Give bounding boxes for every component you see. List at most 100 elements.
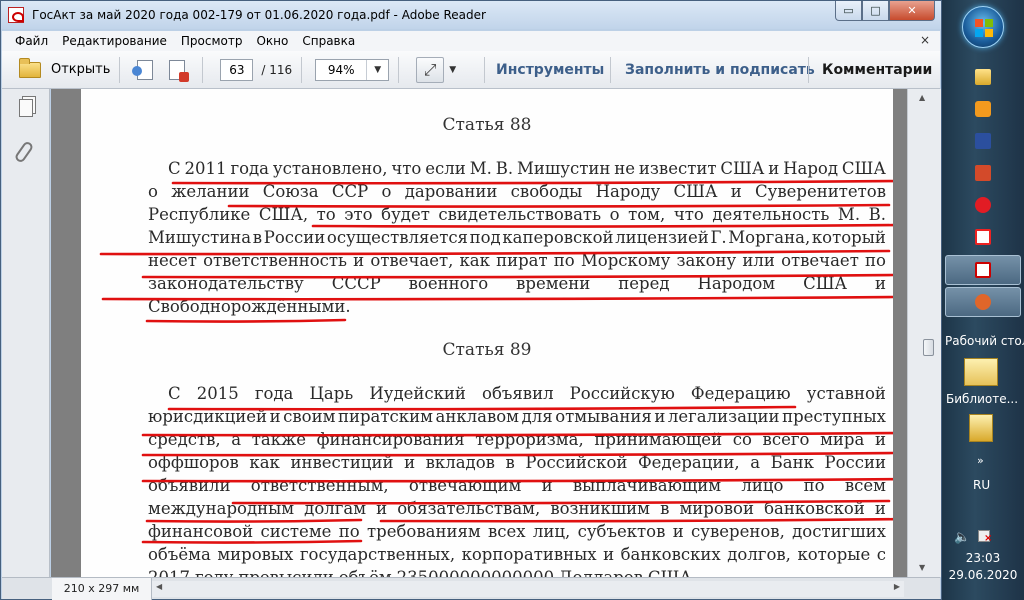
word: Мишустин bbox=[517, 159, 611, 178]
word: а bbox=[750, 453, 761, 472]
export-pdf-icon bbox=[169, 59, 190, 82]
comments-pane-button[interactable]: Комментарии bbox=[822, 51, 932, 88]
close-document-icon[interactable]: × bbox=[920, 33, 930, 47]
word: несёт bbox=[148, 251, 197, 270]
create-pdf-button[interactable] bbox=[132, 57, 158, 83]
fit-width-button[interactable]: ⤢ bbox=[416, 56, 445, 83]
open-button[interactable]: Открыть bbox=[19, 55, 110, 85]
status-bar: 210 x 297 мм ◀ ▶ bbox=[2, 577, 940, 600]
toolbar: Открыть 63 / 116 94% ▼ ⤢ ▼ Инструменты З… bbox=[2, 51, 940, 89]
text-line: несёт ответственность и отвечает, как пират по… bbox=[148, 249, 886, 272]
word: Республике bbox=[148, 205, 251, 224]
word: Морскому bbox=[580, 251, 671, 270]
scroll-right-icon[interactable]: ▶ bbox=[894, 582, 900, 591]
menu-file[interactable]: Файл bbox=[2, 34, 55, 48]
speaker-icon[interactable]: 🔈 bbox=[954, 530, 970, 545]
word: по bbox=[864, 251, 886, 270]
word: банковских bbox=[620, 545, 721, 564]
library-label[interactable]: Библиоте... bbox=[946, 392, 1018, 406]
word: В. bbox=[868, 205, 886, 224]
taskbar-opera[interactable] bbox=[945, 190, 1021, 220]
taskbar-explorer[interactable] bbox=[945, 62, 1021, 92]
taskbar-app[interactable] bbox=[945, 287, 1021, 317]
word: Российской bbox=[525, 453, 628, 472]
word: объёма bbox=[148, 545, 211, 564]
document-viewport[interactable]: Статья 88 С 2011 года установлено, что если М.… bbox=[51, 89, 907, 577]
scroll-left-icon[interactable]: ◀ bbox=[156, 582, 162, 591]
fill-and-sign-button[interactable]: Заполнить и подписать bbox=[625, 51, 815, 88]
word: как bbox=[459, 251, 490, 270]
library-icon[interactable] bbox=[964, 358, 998, 386]
text-line: С 2011 года установлено, что если М. В. Мишустин… bbox=[148, 157, 886, 180]
horizontal-scrollbar[interactable]: ◀ ▶ bbox=[152, 581, 904, 597]
word: мировых bbox=[217, 545, 294, 564]
vertical-scrollbar[interactable]: ▲ ▼ bbox=[907, 89, 941, 577]
text-line: юрисдикцией и своим пиратским анклавом для отм… bbox=[148, 405, 886, 428]
maximize-button[interactable]: □ bbox=[862, 1, 889, 21]
windows-taskbar: Рабочий стол Библиоте... » RU 🔈 23:03 29… bbox=[942, 0, 1024, 600]
word: обязательствам, bbox=[397, 499, 541, 518]
word: Народ bbox=[783, 159, 839, 178]
chevron-down-icon[interactable]: ▼ bbox=[366, 59, 388, 80]
word: Народом bbox=[697, 274, 776, 293]
word: Иудейский bbox=[369, 384, 466, 403]
word: если bbox=[425, 159, 466, 178]
word: и bbox=[269, 407, 281, 426]
zoom-select[interactable]: 94% ▼ bbox=[315, 58, 390, 81]
word: Федерации, bbox=[637, 453, 740, 472]
start-button[interactable] bbox=[962, 6, 1004, 48]
minimize-button[interactable]: ▭ bbox=[835, 1, 862, 21]
gear-icon bbox=[975, 294, 991, 310]
word: ответственность bbox=[203, 251, 348, 270]
word: для bbox=[521, 407, 553, 426]
taskbar-media-player[interactable] bbox=[945, 94, 1021, 124]
word: банковской bbox=[764, 499, 865, 518]
menu-help[interactable]: Справка bbox=[295, 34, 362, 48]
opera-icon bbox=[975, 197, 991, 213]
title-bar[interactable]: ГосАкт за май 2020 года 002-179 от 01.06… bbox=[1, 1, 941, 29]
word: мира bbox=[820, 430, 865, 449]
taskbar-app[interactable] bbox=[945, 126, 1021, 156]
chevron-down-icon[interactable]: ▼ bbox=[449, 65, 456, 75]
network-error-icon[interactable] bbox=[978, 530, 992, 544]
clock-date[interactable]: 29.06.2020 bbox=[942, 568, 1024, 582]
word: и bbox=[672, 522, 684, 541]
menu-edit[interactable]: Редактирование bbox=[55, 34, 174, 48]
tools-pane-button[interactable]: Инструменты bbox=[496, 51, 604, 88]
menu-window[interactable]: Окно bbox=[249, 34, 295, 48]
clock-time[interactable]: 23:03 bbox=[942, 551, 1024, 565]
word: пират bbox=[496, 251, 548, 270]
yandex-icon bbox=[975, 229, 991, 245]
scroll-up-icon[interactable]: ▲ bbox=[919, 93, 925, 102]
zoom-value[interactable]: 94% bbox=[316, 60, 366, 80]
menu-view[interactable]: Просмотр bbox=[174, 34, 250, 48]
desktop-toolbar-label[interactable]: Рабочий стол bbox=[945, 334, 1024, 348]
word: в bbox=[505, 453, 515, 472]
user-folder-icon[interactable] bbox=[969, 414, 993, 442]
word: превысили bbox=[238, 566, 333, 577]
close-button[interactable]: ✕ bbox=[889, 1, 935, 21]
word: в bbox=[252, 228, 263, 247]
word: США bbox=[648, 566, 692, 577]
word: установлено, bbox=[272, 159, 388, 178]
chevron-down-icon[interactable]: » bbox=[977, 454, 984, 467]
taskbar-adobe-reader[interactable] bbox=[945, 255, 1021, 285]
word: США bbox=[841, 159, 886, 178]
page-number-input[interactable]: 63 bbox=[220, 58, 254, 81]
word: том, bbox=[628, 205, 666, 224]
language-indicator[interactable]: RU bbox=[973, 478, 990, 492]
word: возникшим bbox=[550, 499, 651, 518]
word: это bbox=[344, 205, 373, 224]
word: что bbox=[391, 159, 422, 178]
word: и bbox=[730, 182, 742, 201]
export-pdf-button[interactable] bbox=[164, 57, 190, 83]
word: государственных, bbox=[299, 545, 456, 564]
attachments-paperclip-icon[interactable] bbox=[13, 140, 35, 164]
scroll-down-icon[interactable]: ▼ bbox=[919, 563, 925, 572]
taskbar-app[interactable] bbox=[945, 158, 1021, 188]
scroll-thumb[interactable] bbox=[923, 339, 934, 356]
word: долгам bbox=[304, 499, 367, 518]
taskbar-yandex[interactable] bbox=[945, 222, 1021, 252]
page-thumbnails-icon[interactable] bbox=[19, 99, 33, 117]
word: и bbox=[603, 545, 615, 564]
